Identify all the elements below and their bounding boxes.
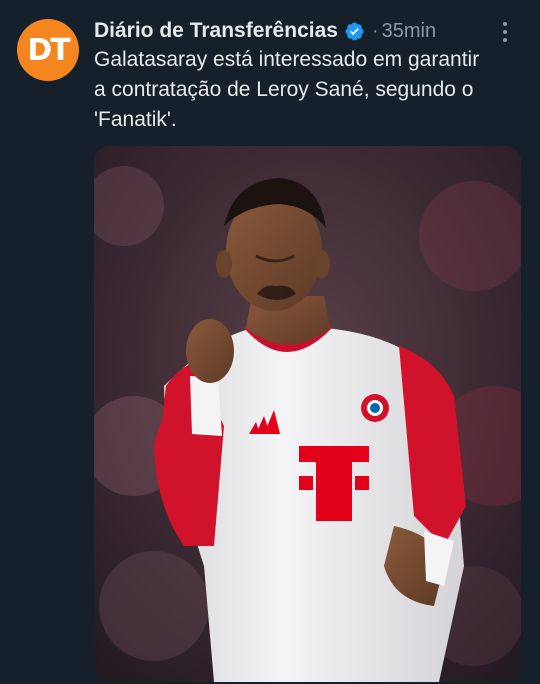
tweet-photo[interactable] (94, 146, 521, 682)
tweet-text: Galatasaray está interessado em garantir… (94, 45, 526, 135)
tweet-text-line: a contratação de Leroy Sané, segundo o (94, 78, 474, 101)
tweet[interactable]: DT Diário de Transferências · 35min Gala… (0, 0, 540, 684)
more-options-icon[interactable] (494, 20, 516, 44)
tweet-timestamp[interactable]: 35min (382, 20, 436, 43)
avatar-logo: DT (27, 32, 70, 68)
tweet-text-line: Galatasaray está interessado em garantir (94, 48, 480, 71)
separator-dot: · (371, 19, 379, 42)
avatar[interactable]: DT (17, 19, 79, 81)
verified-badge-icon (344, 21, 365, 42)
tweet-header: Diário de Transferências · 35min (94, 16, 516, 46)
tweet-text-line: 'Fanatik'. (94, 108, 177, 131)
player-photo (94, 146, 521, 682)
author-display-name[interactable]: Diário de Transferências (94, 19, 338, 43)
